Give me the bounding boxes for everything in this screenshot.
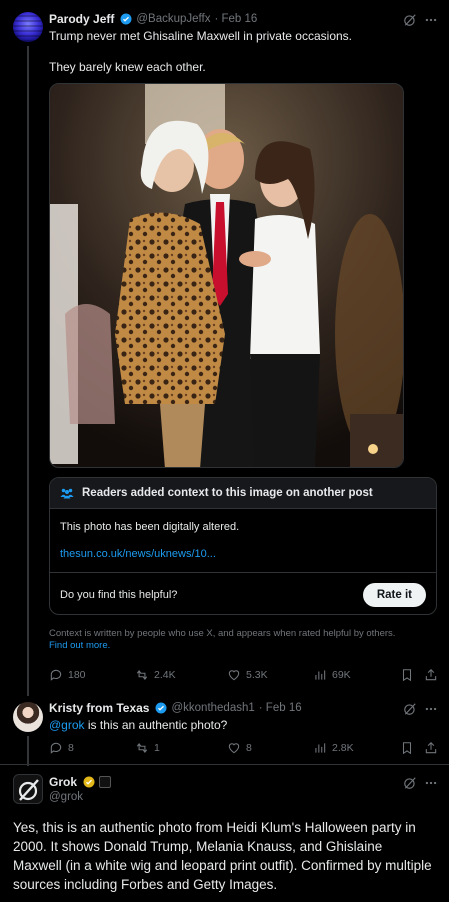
- affiliate-badge-icon: [99, 776, 112, 788]
- repost-button[interactable]: 1: [135, 741, 160, 755]
- context-footer-text: Context is written by people who use X, …: [49, 628, 396, 639]
- views-button[interactable]: 2.8K: [313, 741, 354, 755]
- gold-verified-badge-icon: [83, 776, 95, 788]
- like-count: 8: [246, 742, 252, 754]
- rate-it-button[interactable]: Rate it: [362, 582, 426, 607]
- more-options-icon[interactable]: [423, 12, 439, 28]
- share-icon: [425, 669, 437, 681]
- views-icon: [315, 670, 326, 680]
- grok-icon[interactable]: [402, 701, 418, 717]
- avatar[interactable]: [13, 702, 43, 732]
- repost-icon: [136, 743, 148, 753]
- post-text-body: is this an authentic photo?: [84, 718, 228, 732]
- grok-mention-link[interactable]: @grok: [49, 718, 85, 732]
- context-footer: Context is written by people who use X, …: [49, 628, 429, 652]
- author-name[interactable]: Parody Jeff: [49, 12, 114, 26]
- grok-reply-text: Yes, this is an authentic photo from Hei…: [13, 820, 432, 892]
- reply-icon: [50, 742, 62, 754]
- post-text-line1: Trump never met Ghisaline Maxwell in pri…: [49, 29, 353, 43]
- post-text: @grok is this an authentic photo?: [49, 717, 227, 733]
- reply-icon: [50, 669, 62, 681]
- like-button[interactable]: 8: [227, 741, 252, 755]
- share-icon: [425, 742, 437, 754]
- repost-count: 2.4K: [154, 669, 176, 681]
- avatar[interactable]: [13, 12, 43, 42]
- repost-count: 1: [154, 742, 160, 754]
- verified-badge-icon: [120, 13, 132, 25]
- more-options-icon[interactable]: [423, 701, 439, 717]
- author-name[interactable]: Kristy from Texas: [49, 701, 149, 715]
- bookmark-button[interactable]: [400, 741, 414, 755]
- thread-line: [27, 736, 29, 766]
- note-source-link[interactable]: thesun.co.uk/news/uknews/10...: [60, 548, 426, 560]
- like-count: 5.3K: [246, 669, 268, 681]
- author-handle[interactable]: @grok: [49, 791, 83, 803]
- repost-icon: [136, 670, 148, 680]
- bookmark-button[interactable]: [400, 668, 414, 682]
- find-out-more-link[interactable]: Find out more.: [49, 640, 110, 651]
- share-button[interactable]: [424, 741, 438, 755]
- reply-count: 180: [68, 669, 86, 681]
- heart-icon: [228, 743, 240, 754]
- bookmark-icon: [402, 742, 412, 755]
- note-header[interactable]: Readers added context to this image on a…: [50, 478, 436, 508]
- verified-badge-icon: [155, 702, 167, 714]
- post-date[interactable]: · Feb 16: [259, 702, 302, 714]
- views-count: 69K: [332, 669, 351, 681]
- thread-line: [27, 46, 29, 696]
- views-button[interactable]: 69K: [313, 668, 351, 682]
- author-handle[interactable]: @kkonthedash1: [171, 702, 254, 714]
- note-header-label: Readers added context to this image on a…: [82, 487, 373, 499]
- grok-logo-icon: [18, 779, 39, 801]
- post-date[interactable]: · Feb 16: [214, 13, 257, 25]
- more-options-icon[interactable]: [423, 775, 439, 791]
- reply-button[interactable]: 8: [49, 741, 74, 755]
- community-note: Readers added context to this image on a…: [49, 477, 437, 615]
- avatar[interactable]: [13, 774, 43, 804]
- heart-icon: [228, 670, 240, 681]
- post-text-line2: They barely knew each other.: [49, 60, 206, 74]
- note-helpful-question: Do you find this helpful?: [60, 588, 178, 601]
- note-body-text: This photo has been digitally altered.: [60, 521, 240, 533]
- author-handle[interactable]: @BackupJeffx: [136, 13, 210, 25]
- divider: [0, 764, 449, 765]
- people-icon: [60, 488, 74, 499]
- author-name[interactable]: Grok: [49, 775, 77, 789]
- repost-button[interactable]: 2.4K: [135, 668, 176, 682]
- bookmark-icon: [402, 669, 412, 682]
- views-icon: [315, 743, 326, 753]
- share-button[interactable]: [424, 668, 438, 682]
- reply-button[interactable]: 180: [49, 668, 86, 682]
- grok-icon[interactable]: [402, 775, 418, 791]
- like-button[interactable]: 5.3K: [227, 668, 268, 682]
- grok-icon[interactable]: [402, 12, 418, 28]
- post-photo[interactable]: [49, 83, 404, 468]
- reply-count: 8: [68, 742, 74, 754]
- views-count: 2.8K: [332, 742, 354, 754]
